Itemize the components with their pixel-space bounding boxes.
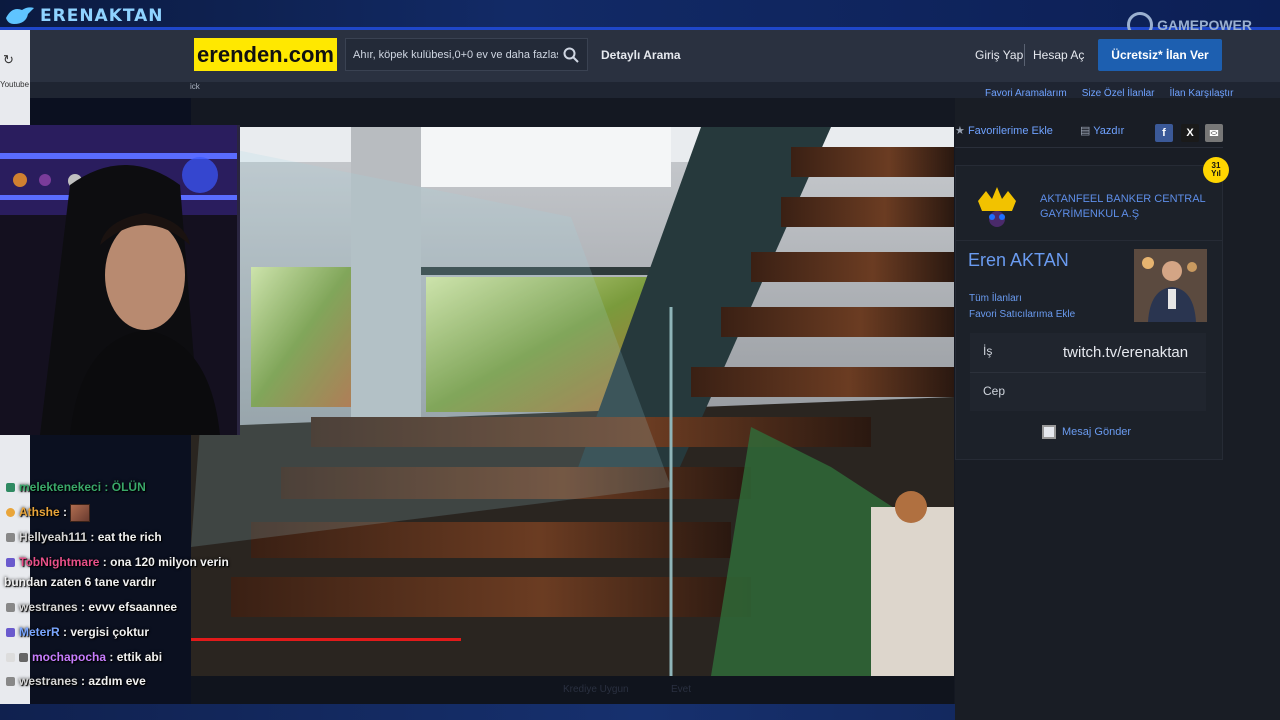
chat-text: : evvv efsaannee bbox=[81, 600, 178, 614]
bird-icon bbox=[6, 7, 34, 25]
stream-overlay-top: ERENAKTAN GAMEPOWER bbox=[0, 0, 1280, 38]
chat-message: Athshe : bbox=[6, 503, 91, 522]
x-share-button[interactable]: X bbox=[1181, 124, 1199, 142]
reload-icon[interactable]: ↻ bbox=[3, 52, 14, 68]
chat-text: : azdım eve bbox=[81, 674, 146, 688]
work-phone-label: İş bbox=[983, 344, 993, 358]
chat-text: : ona 120 milyon verin bbox=[102, 555, 229, 569]
chat-text: : bbox=[63, 505, 68, 519]
chat-username[interactable]: melektenekeci bbox=[19, 480, 101, 494]
detail-value: Evet bbox=[671, 684, 692, 695]
star-icon: ★ bbox=[955, 125, 965, 137]
chat-message: westranes : azdım eve bbox=[6, 672, 146, 690]
listing-detail-strip: Krediye Uygun Evet bbox=[191, 676, 954, 704]
video-progress-bar[interactable] bbox=[191, 638, 461, 641]
quicklink-compare[interactable]: İlan Karşılaştır bbox=[1170, 88, 1234, 99]
bookmark-youtube[interactable]: Youtube bbox=[0, 80, 29, 89]
quicklinks: Favori Aramalarım Size Özel İlanlar İlan… bbox=[985, 88, 1233, 99]
badge-icon bbox=[6, 653, 15, 663]
agent-name[interactable]: Eren AKTAN bbox=[968, 250, 1069, 271]
chat-text: : vergisi çoktur bbox=[63, 625, 150, 639]
chat-username[interactable]: westranes bbox=[19, 674, 78, 688]
message-icon bbox=[1042, 425, 1056, 439]
add-favorite-label: Favorilerime Ekle bbox=[967, 125, 1053, 137]
chat-username[interactable]: TobNightmare bbox=[19, 555, 99, 569]
all-ads-link[interactable]: Tüm İlanları bbox=[969, 293, 1022, 304]
chat-message-continuation: bundan zaten 6 tane vardır bbox=[4, 573, 156, 591]
signup-link[interactable]: Hesap Aç bbox=[1033, 48, 1084, 62]
badge-icon bbox=[6, 628, 15, 638]
login-link[interactable]: Giriş Yap bbox=[975, 48, 1023, 62]
send-message-button[interactable]: Mesaj Gönder bbox=[1042, 425, 1131, 439]
phone-divider bbox=[970, 372, 1206, 373]
chat-username[interactable]: mochapocha bbox=[32, 650, 106, 664]
chat-message: mochapocha : ettik abi bbox=[6, 648, 162, 666]
chat-username[interactable]: westranes bbox=[19, 600, 78, 614]
listing-photo[interactable] bbox=[191, 127, 954, 676]
facebook-share-button[interactable]: f bbox=[1155, 124, 1173, 142]
mobile-phone-label: Cep bbox=[983, 384, 1006, 398]
search-input[interactable] bbox=[353, 48, 558, 61]
badge-icon bbox=[6, 483, 15, 493]
advanced-search-link[interactable]: Detaylı Arama bbox=[601, 48, 681, 62]
chat-message: TobNightmare : ona 120 milyon verin bbox=[6, 553, 229, 571]
post-ad-button[interactable]: Ücretsiz* İlan Ver bbox=[1098, 39, 1222, 71]
badge-icon bbox=[19, 653, 28, 663]
quicklink-personal-ads[interactable]: Size Özel İlanlar bbox=[1082, 88, 1155, 99]
chat-message: Hellyeah111 : eat the rich bbox=[6, 528, 162, 546]
channel-logo: ERENAKTAN bbox=[4, 4, 164, 28]
chat-text: : ettik abi bbox=[109, 650, 163, 664]
chat-text: : eat the rich bbox=[90, 530, 162, 544]
staircase-photo bbox=[191, 127, 954, 676]
print-link[interactable]: ▤ Yazdır bbox=[1080, 124, 1124, 137]
badge-icon bbox=[6, 603, 15, 613]
chat-message: westranes : evvv efsaannee bbox=[6, 598, 177, 616]
detail-label: Krediye Uygun bbox=[563, 684, 629, 695]
chat-username[interactable]: Athshe bbox=[19, 505, 60, 519]
chat-message: MeterR : vergisi çoktur bbox=[6, 623, 149, 641]
emote-icon bbox=[70, 503, 91, 522]
chat-username[interactable]: MeterR bbox=[19, 625, 60, 639]
search-icon[interactable] bbox=[563, 47, 579, 63]
agency-name[interactable]: AKTANFEEL BANKER CENTRAL GAYRİMENKUL A.Ş bbox=[1040, 192, 1215, 222]
agent-avatar[interactable] bbox=[1134, 249, 1207, 322]
agency-logo[interactable] bbox=[976, 183, 1018, 229]
chat-text: bundan zaten 6 tane vardır bbox=[4, 575, 157, 589]
webcam-feed bbox=[0, 125, 237, 435]
badge-icon bbox=[6, 558, 15, 568]
print-label: Yazdır bbox=[1093, 125, 1125, 137]
years-badge: 31 Yıl bbox=[1203, 157, 1229, 183]
quicklink-favorite-searches[interactable]: Favori Aramalarım bbox=[985, 88, 1067, 99]
badge-icon bbox=[6, 533, 15, 543]
years-badge-unit: Yıl bbox=[1211, 169, 1221, 178]
chat-text: : ÖLÜN bbox=[104, 480, 146, 494]
search-box[interactable] bbox=[345, 38, 588, 71]
channel-logo-text: ERENAKTAN bbox=[40, 6, 164, 26]
chat-message: melektenekeci : ÖLÜN bbox=[6, 478, 146, 496]
agent-photo bbox=[1134, 249, 1207, 322]
printer-icon: ▤ bbox=[1080, 125, 1091, 137]
mail-share-button[interactable]: ✉ bbox=[1205, 124, 1223, 142]
badge-icon bbox=[6, 677, 15, 687]
streamer-webcam bbox=[0, 125, 240, 435]
bookmark-right[interactable]: ick bbox=[190, 82, 200, 91]
favorite-seller-link[interactable]: Favori Satıcılarıma Ekle bbox=[969, 309, 1075, 320]
card-divider bbox=[955, 240, 1223, 241]
badge-icon bbox=[6, 508, 15, 518]
site-logo[interactable]: erenden.com bbox=[194, 38, 337, 71]
work-phone-value: twitch.tv/erenaktan bbox=[1063, 344, 1189, 361]
send-message-label: Mesaj Gönder bbox=[1062, 426, 1132, 438]
header-divider bbox=[1024, 44, 1025, 66]
screen: ERENAKTAN GAMEPOWER ↻ Youtube ick erende… bbox=[0, 0, 1280, 720]
chat-username[interactable]: Hellyeah111 bbox=[19, 530, 87, 544]
add-favorite-link[interactable]: ★ Favorilerime Ekle bbox=[955, 124, 1053, 137]
